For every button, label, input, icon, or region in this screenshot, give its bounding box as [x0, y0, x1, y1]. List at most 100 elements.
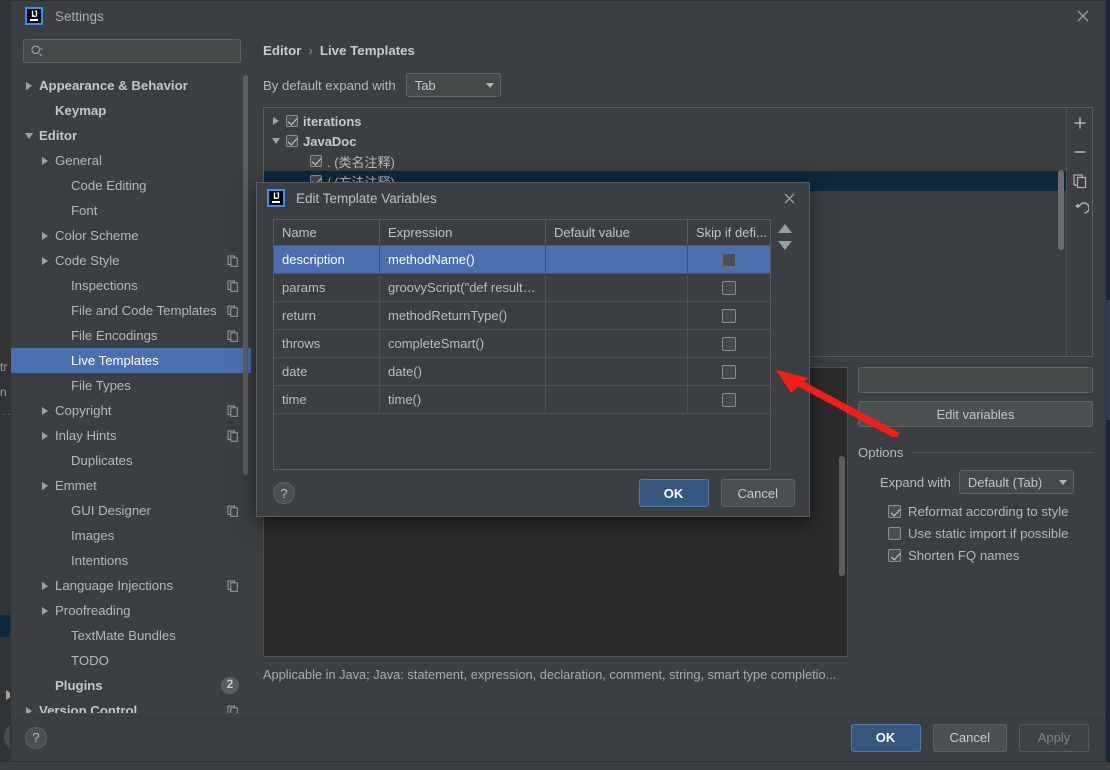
checkbox[interactable]	[888, 549, 901, 562]
edit-variables-button[interactable]: Edit variables	[858, 401, 1093, 427]
apply-button[interactable]: Apply	[1019, 724, 1089, 752]
templates-tree-scrollbar[interactable]	[1058, 170, 1064, 250]
skip-if-defined-checkbox[interactable]	[722, 365, 736, 379]
template-enabled-checkbox[interactable]	[286, 135, 298, 147]
option-use-static-import-if-possible[interactable]: Use static import if possible	[888, 526, 1093, 541]
help-button[interactable]: ?	[25, 727, 47, 749]
cell-name[interactable]: throws	[274, 330, 380, 357]
cancel-button[interactable]: Cancel	[933, 724, 1007, 752]
skip-if-defined-checkbox[interactable]	[722, 281, 736, 295]
column-header[interactable]: Default value	[546, 220, 688, 245]
close-icon[interactable]	[1075, 8, 1091, 24]
cell-default[interactable]	[546, 386, 688, 413]
skip-if-defined-checkbox[interactable]	[722, 253, 736, 267]
sidebar-item-inspections[interactable]: Inspections	[11, 273, 251, 298]
dialog-cancel-button[interactable]: Cancel	[721, 479, 795, 507]
cell-name[interactable]: params	[274, 274, 380, 301]
cell-default[interactable]	[546, 302, 688, 329]
cell-expression[interactable]: date()	[380, 358, 546, 385]
sidebar-item-file-types[interactable]: File Types	[11, 373, 251, 398]
cell-default[interactable]	[546, 246, 688, 273]
chevron-right-icon[interactable]	[39, 605, 51, 617]
cell-expression[interactable]: groovyScript("def result…	[380, 274, 546, 301]
cell-skip[interactable]	[688, 302, 770, 329]
cell-skip[interactable]	[688, 358, 770, 385]
sidebar-item-code-editing[interactable]: Code Editing	[11, 173, 251, 198]
cell-name[interactable]: description	[274, 246, 380, 273]
chevron-right-icon[interactable]	[39, 430, 51, 442]
template-tree-row[interactable]: JavaDoc	[264, 131, 1066, 151]
default-expand-select[interactable]: Tab	[406, 73, 501, 97]
sidebar-item-general[interactable]: General	[11, 148, 251, 173]
template-tree-row[interactable]: . (类名注释)	[264, 151, 1066, 171]
table-row[interactable]: paramsgroovyScript("def result…	[274, 274, 770, 302]
sidebar-item-copyright[interactable]: Copyright	[11, 398, 251, 423]
duplicate-template-button[interactable]	[1071, 172, 1089, 190]
table-row[interactable]: timetime()	[274, 386, 770, 414]
option-reformat-according-to-style[interactable]: Reformat according to style	[888, 504, 1093, 519]
remove-template-button[interactable]	[1071, 143, 1089, 161]
search-input[interactable]	[44, 43, 234, 59]
chevron-right-icon[interactable]	[39, 155, 51, 167]
checkbox[interactable]	[888, 505, 901, 518]
cell-skip[interactable]	[688, 274, 770, 301]
sidebar-item-color-scheme[interactable]: Color Scheme	[11, 223, 251, 248]
skip-if-defined-checkbox[interactable]	[722, 337, 736, 351]
cell-name[interactable]: return	[274, 302, 380, 329]
skip-if-defined-checkbox[interactable]	[722, 393, 736, 407]
table-row[interactable]: throwscompleteSmart()	[274, 330, 770, 358]
chevron-right-icon[interactable]	[39, 405, 51, 417]
skip-if-defined-checkbox[interactable]	[722, 309, 736, 323]
move-up-icon[interactable]	[778, 224, 792, 233]
sidebar-item-plugins[interactable]: Plugins2	[11, 673, 251, 698]
chevron-down-icon[interactable]	[23, 130, 35, 142]
cell-expression[interactable]: time()	[380, 386, 546, 413]
cell-default[interactable]	[546, 274, 688, 301]
dialog-help-button[interactable]: ?	[273, 482, 295, 504]
column-header[interactable]: Skip if defi...	[688, 220, 770, 245]
cell-default[interactable]	[546, 358, 688, 385]
sidebar-item-version-control[interactable]: Version Control	[11, 698, 251, 713]
chevron-right-icon[interactable]	[39, 230, 51, 242]
sidebar-item-file-encodings[interactable]: File Encodings	[11, 323, 251, 348]
cell-default[interactable]	[546, 330, 688, 357]
cell-skip[interactable]	[688, 386, 770, 413]
template-enabled-checkbox[interactable]	[310, 155, 322, 167]
sidebar-item-textmate-bundles[interactable]: TextMate Bundles	[11, 623, 251, 648]
chevron-right-icon[interactable]	[39, 255, 51, 267]
expand-with-select[interactable]: Default (Tab)	[959, 470, 1074, 494]
search-box[interactable]	[23, 39, 241, 63]
sidebar-scrollbar[interactable]	[243, 75, 248, 475]
cell-expression[interactable]: completeSmart()	[380, 330, 546, 357]
description-field[interactable]	[858, 367, 1093, 393]
chevron-right-icon[interactable]	[39, 580, 51, 592]
sidebar-item-appearance-behavior[interactable]: Appearance & Behavior	[11, 73, 251, 98]
sidebar-item-inlay-hints[interactable]: Inlay Hints	[11, 423, 251, 448]
sidebar-item-emmet[interactable]: Emmet	[11, 473, 251, 498]
table-row[interactable]: datedate()	[274, 358, 770, 386]
sidebar-item-gui-designer[interactable]: GUI Designer	[11, 498, 251, 523]
table-row[interactable]: descriptionmethodName()	[274, 246, 770, 274]
add-template-button[interactable]	[1071, 114, 1089, 132]
sidebar-item-language-injections[interactable]: Language Injections	[11, 573, 251, 598]
template-enabled-checkbox[interactable]	[286, 115, 298, 127]
dialog-ok-button[interactable]: OK	[639, 479, 709, 507]
chevron-right-icon[interactable]	[39, 480, 51, 492]
column-header[interactable]: Expression	[380, 220, 546, 245]
cell-skip[interactable]	[688, 246, 770, 273]
sidebar-item-code-style[interactable]: Code Style	[11, 248, 251, 273]
sidebar-item-editor[interactable]: Editor	[11, 123, 251, 148]
sidebar-item-proofreading[interactable]: Proofreading	[11, 598, 251, 623]
template-tree-row[interactable]: iterations	[264, 111, 1066, 131]
sidebar-item-file-and-code-templates[interactable]: File and Code Templates	[11, 298, 251, 323]
cell-expression[interactable]: methodName()	[380, 246, 546, 273]
column-header[interactable]: Name	[274, 220, 380, 245]
cell-expression[interactable]: methodReturnType()	[380, 302, 546, 329]
chevron-right-icon[interactable]	[23, 80, 35, 92]
chevron-right-icon[interactable]	[270, 115, 282, 127]
close-icon[interactable]	[782, 191, 797, 206]
sidebar-item-font[interactable]: Font	[11, 198, 251, 223]
chevron-right-icon[interactable]	[23, 705, 35, 714]
restore-defaults-button[interactable]	[1071, 201, 1089, 219]
cell-name[interactable]: date	[274, 358, 380, 385]
